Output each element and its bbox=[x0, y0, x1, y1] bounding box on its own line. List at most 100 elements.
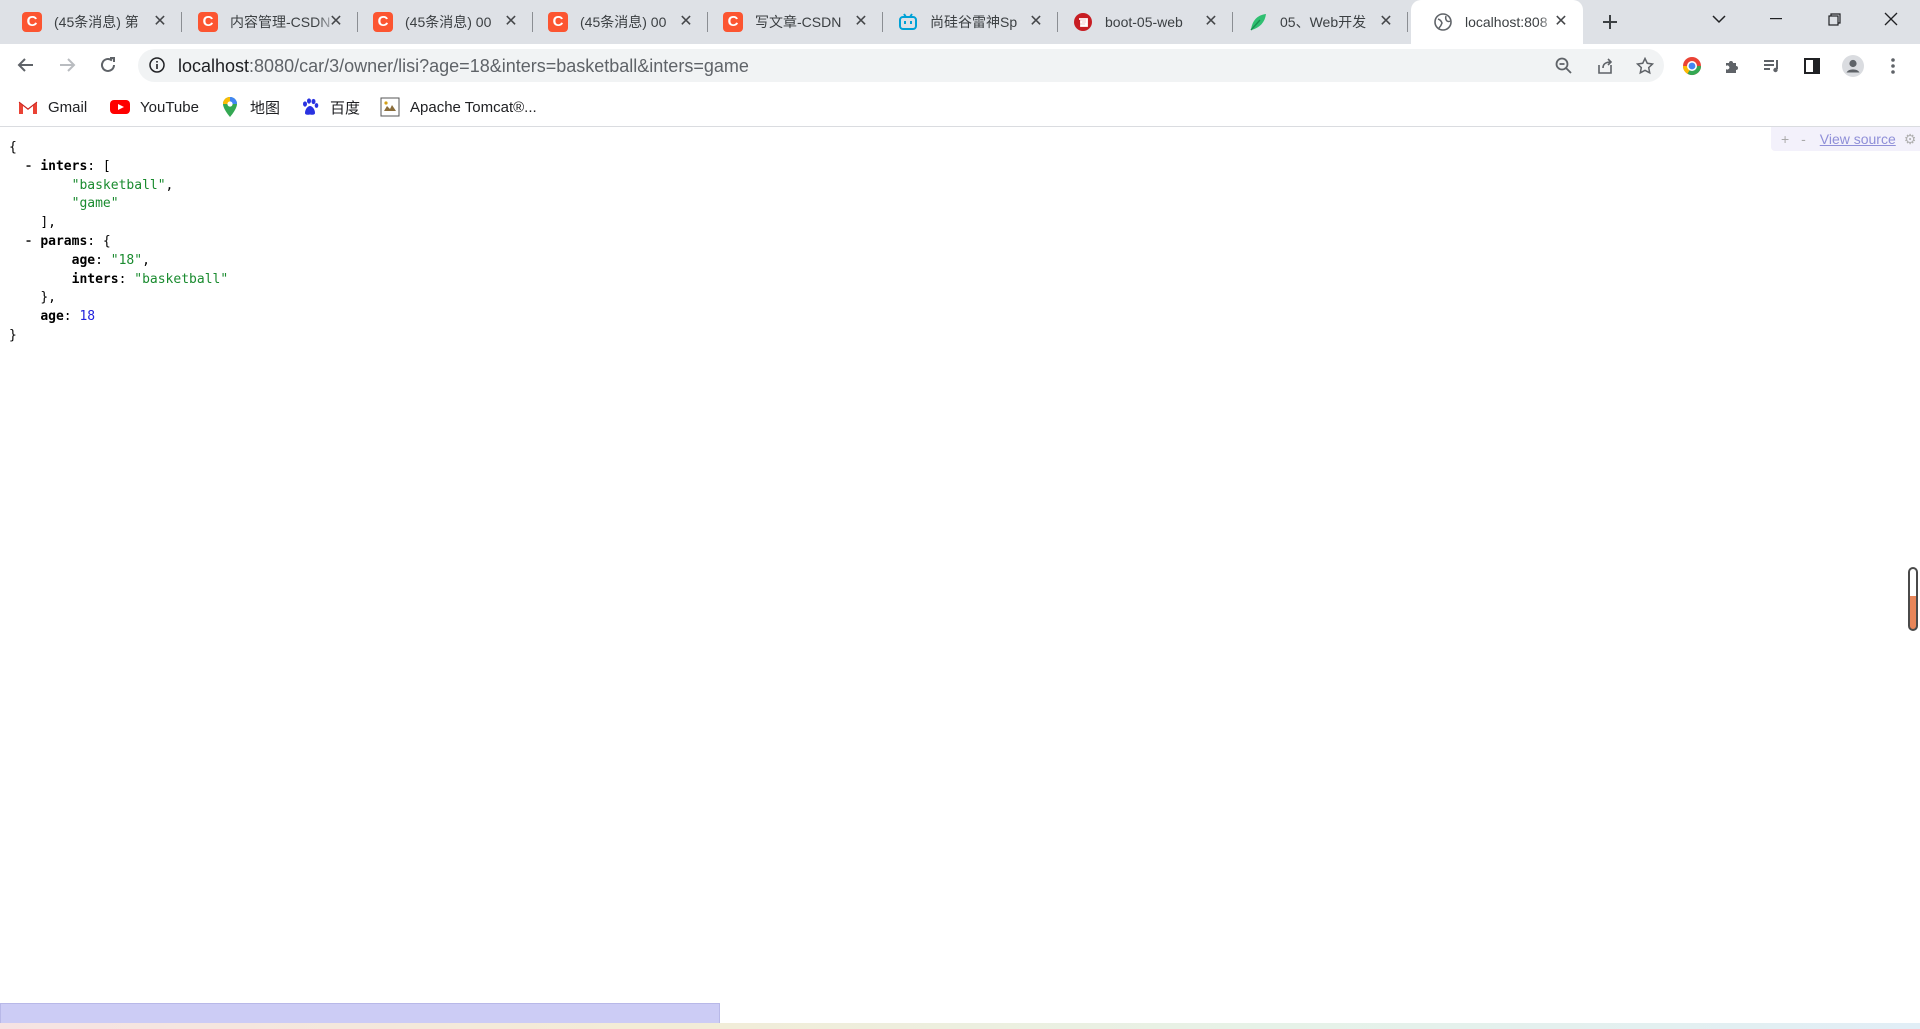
tab-csdn-messages-1[interactable]: C (45条消息) 第 ✕ bbox=[0, 0, 182, 44]
close-icon[interactable]: ✕ bbox=[1376, 11, 1396, 31]
minimize-button[interactable] bbox=[1748, 0, 1804, 38]
tab-strip: C (45条消息) 第 ✕ C 内容管理-CSDN ✕ C (45条消息) 00… bbox=[0, 0, 1920, 44]
youtube-icon bbox=[110, 97, 130, 117]
profile-avatar-icon[interactable] bbox=[1840, 53, 1866, 79]
restore-icon bbox=[1827, 12, 1841, 26]
json-punct: }, bbox=[40, 290, 56, 306]
csdn-icon: C bbox=[548, 12, 568, 32]
bookmark-label: YouTube bbox=[140, 98, 199, 116]
browser-toolbar: localhost:8080/car/3/owner/lisi?age=18&i… bbox=[0, 44, 1920, 86]
tab-gitee-boot-05-web[interactable]: boot-05-web ✕ bbox=[1051, 0, 1233, 44]
close-icon[interactable]: ✕ bbox=[501, 11, 521, 31]
json-brace: { bbox=[9, 140, 17, 155]
media-queue-icon[interactable] bbox=[1759, 53, 1785, 79]
json-number: 18 bbox=[79, 309, 96, 325]
collapse-all-button[interactable]: - bbox=[1801, 131, 1810, 147]
csdn-icon: C bbox=[198, 12, 218, 32]
collapse-toggle[interactable]: - bbox=[25, 159, 33, 174]
tab-csdn-messages-3[interactable]: C (45条消息) 00 ✕ bbox=[526, 0, 708, 44]
close-icon[interactable]: ✕ bbox=[1201, 11, 1221, 31]
json-string: "game" bbox=[71, 196, 119, 212]
star-icon[interactable] bbox=[1633, 54, 1657, 78]
info-icon[interactable] bbox=[149, 57, 165, 78]
tab-yuque-web-dev[interactable]: 05、Web开发 ✕ bbox=[1226, 0, 1408, 44]
horizontal-scrollbar[interactable] bbox=[0, 1003, 1920, 1029]
close-icon[interactable]: ✕ bbox=[1026, 11, 1046, 31]
horizontal-scrollbar-thumb[interactable] bbox=[0, 1003, 720, 1025]
close-icon[interactable]: ✕ bbox=[676, 11, 696, 31]
reload-icon bbox=[101, 57, 115, 72]
tab-bilibili-video[interactable]: 尚硅谷雷神Sp ✕ bbox=[876, 0, 1058, 44]
json-string: "basketball" bbox=[71, 177, 166, 193]
json-key: params bbox=[40, 233, 88, 249]
close-icon[interactable]: ✕ bbox=[326, 11, 346, 31]
close-icon[interactable]: ✕ bbox=[1551, 11, 1571, 31]
tab-csdn-content-manage[interactable]: C 内容管理-CSDN ✕ bbox=[176, 0, 358, 44]
zoom-icon[interactable] bbox=[1552, 54, 1576, 78]
close-icon[interactable]: ✕ bbox=[851, 11, 871, 31]
bookmark-label: 百度 bbox=[330, 99, 361, 117]
restore-button[interactable] bbox=[1806, 0, 1862, 38]
tab-title: 05、Web开发 bbox=[1280, 14, 1367, 30]
side-panel-icon[interactable] bbox=[1799, 53, 1825, 79]
bookmark-gmail[interactable]: Gmail bbox=[18, 95, 87, 119]
expand-all-button[interactable]: + bbox=[1781, 131, 1793, 147]
json-line: - inters: [ bbox=[9, 158, 228, 177]
json-line: age: "18", bbox=[71, 252, 150, 268]
view-source-link[interactable]: View source bbox=[1820, 131, 1896, 147]
tab-title: localhost:808 bbox=[1465, 14, 1548, 30]
maps-pin-icon bbox=[220, 97, 240, 117]
bookmark-apache-tomcat[interactable]: Apache Tomcat®... bbox=[380, 95, 537, 119]
url-path: :8080/car/3/owner/lisi?age=18&inters=bas… bbox=[249, 56, 749, 76]
tab-search-button[interactable] bbox=[1691, 0, 1747, 38]
json-string: "18" bbox=[110, 252, 143, 268]
close-icon[interactable]: ✕ bbox=[150, 11, 170, 31]
bookmark-label: Apache Tomcat®... bbox=[410, 98, 537, 116]
expand-collapse-controls: + - bbox=[1781, 131, 1810, 147]
csdn-icon: C bbox=[22, 12, 42, 32]
tab-localhost-active[interactable]: localhost:808 ✕ bbox=[1411, 0, 1583, 44]
json-key: age bbox=[40, 309, 64, 325]
bookmark-label: Gmail bbox=[48, 98, 88, 116]
tab-title: (45条消息) 第 bbox=[54, 14, 139, 30]
json-key: inters bbox=[40, 158, 88, 174]
globe-icon bbox=[1433, 12, 1453, 32]
address-bar[interactable]: localhost:8080/car/3/owner/lisi?age=18&i… bbox=[138, 49, 1664, 82]
json-brace: } bbox=[9, 327, 17, 343]
tab-csdn-messages-2[interactable]: C (45条消息) 00 ✕ bbox=[351, 0, 533, 44]
tab-title: (45条消息) 00 bbox=[580, 14, 667, 30]
extensions-puzzle-icon[interactable] bbox=[1719, 53, 1745, 79]
collapse-toggle[interactable]: - bbox=[25, 234, 33, 249]
json-line: { bbox=[9, 139, 228, 158]
leaf-icon bbox=[1248, 12, 1268, 32]
baidu-paw-icon bbox=[300, 97, 320, 117]
menu-kebab-icon[interactable] bbox=[1880, 53, 1906, 79]
json-line: inters: "basketball" bbox=[71, 271, 229, 287]
json-line: }, bbox=[9, 289, 228, 308]
json-string: "basketball" bbox=[134, 271, 229, 287]
bookmarks-bar: Gmail YouTube 地图 百度 Apache Tomcat®... bbox=[0, 86, 1920, 127]
bookmark-baidu[interactable]: 百度 bbox=[300, 95, 360, 119]
close-window-button[interactable] bbox=[1863, 0, 1919, 38]
bookmark-maps[interactable]: 地图 bbox=[220, 95, 280, 119]
json-line: age: 18 bbox=[40, 309, 96, 325]
share-icon[interactable] bbox=[1593, 54, 1617, 78]
forward-button[interactable] bbox=[51, 49, 83, 81]
json-line: - params: { bbox=[9, 233, 228, 252]
chrome-extension-icon[interactable] bbox=[1679, 53, 1705, 79]
tab-title: 尚硅谷雷神Sp bbox=[930, 14, 1018, 30]
new-tab-button[interactable] bbox=[1596, 9, 1624, 35]
side-scroll-indicator[interactable] bbox=[1908, 567, 1918, 631]
reload-button[interactable] bbox=[92, 49, 124, 81]
chevron-down-icon bbox=[1712, 15, 1726, 24]
gear-icon[interactable]: ⚙ bbox=[1904, 131, 1917, 148]
json-line: } bbox=[9, 327, 228, 346]
tab-title: 写文章-CSDN bbox=[755, 14, 842, 30]
csdn-icon: C bbox=[373, 12, 393, 32]
bookmark-youtube[interactable]: YouTube bbox=[110, 95, 199, 119]
back-button[interactable] bbox=[10, 49, 42, 81]
gmail-icon bbox=[18, 97, 38, 117]
json-key: age bbox=[71, 252, 96, 268]
tab-csdn-write-article[interactable]: C 写文章-CSDN ✕ bbox=[701, 0, 883, 44]
url-text[interactable]: localhost:8080/car/3/owner/lisi?age=18&i… bbox=[178, 56, 749, 77]
